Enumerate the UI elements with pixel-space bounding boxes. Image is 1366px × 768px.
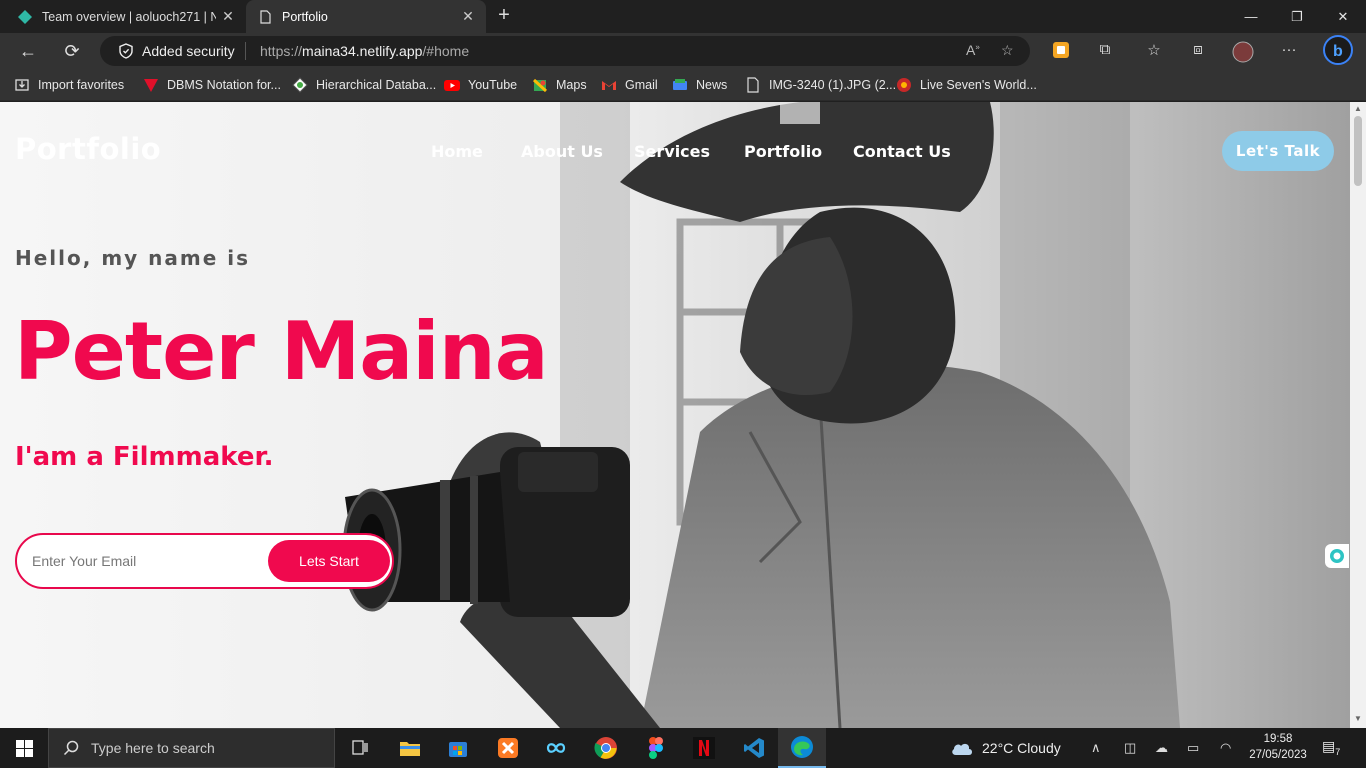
favorite-gmail[interactable]: Gmail <box>601 75 658 95</box>
extensions-puzzle-icon[interactable]: ⧉ <box>1094 41 1116 61</box>
vscode-icon[interactable] <box>730 728 778 768</box>
wifi-icon[interactable]: ◠ <box>1220 740 1231 756</box>
favorites-icon[interactable]: ☆ <box>1143 41 1165 61</box>
minimize-icon[interactable]: — <box>1228 0 1274 33</box>
greeting-text: Hello, my name is <box>15 246 251 270</box>
search-placeholder: Type here to search <box>91 740 215 756</box>
chat-widget-icon[interactable] <box>1325 544 1349 568</box>
refresh-icon[interactable]: ⟳ <box>58 38 86 64</box>
close-tab-icon[interactable]: ✕ <box>216 8 240 25</box>
email-signup-form: Lets Start <box>15 533 394 589</box>
start-button[interactable] <box>0 728 48 768</box>
bing-chat-icon[interactable]: b <box>1322 35 1354 67</box>
scroll-up-icon[interactable]: ▲ <box>1354 104 1362 113</box>
tab-title: Team overview | aoluoch271 | Ne <box>42 9 216 24</box>
favorite-import[interactable]: Import favorites <box>14 75 124 95</box>
task-view-icon[interactable] <box>336 728 384 768</box>
email-input[interactable] <box>32 550 262 572</box>
notifications-icon[interactable]: ▤7 <box>1322 738 1340 757</box>
netlify-diamond-icon <box>18 9 32 24</box>
favorite-youtube[interactable]: YouTube <box>444 75 517 95</box>
favorite-maps[interactable]: Maps <box>532 75 587 95</box>
divider <box>245 42 246 60</box>
import-icon <box>15 79 29 91</box>
page-icon <box>260 9 271 24</box>
gmail-icon <box>602 81 616 90</box>
profile-avatar[interactable] <box>1232 41 1254 63</box>
url-text: https://maina34.netlify.app/#home <box>260 43 470 59</box>
weather-widget[interactable]: 22°C Cloudy <box>950 728 1061 768</box>
back-arrow-icon[interactable]: ← <box>14 38 42 64</box>
close-tab-icon[interactable]: ✕ <box>456 8 480 25</box>
hero-photo-filmmaker <box>0 102 1350 728</box>
hero-role: I'am a Filmmaker. <box>15 442 274 472</box>
page-scrollbar[interactable]: ▲ ▼ <box>1350 102 1366 728</box>
more-menu-icon[interactable]: ··· <box>1278 41 1300 61</box>
cloud-icon <box>952 743 972 755</box>
show-hidden-icons-chevron[interactable]: ∧ <box>1091 740 1101 756</box>
xampp-icon[interactable] <box>484 728 532 768</box>
favorite-news[interactable]: News <box>672 75 727 95</box>
tab-portfolio[interactable]: Portfolio ✕ <box>246 0 486 33</box>
search-icon <box>63 740 79 756</box>
add-favorite-icon[interactable]: ☆ <box>1001 42 1014 59</box>
news-icon <box>673 79 687 90</box>
browser-title-bar: Team overview | aoluoch271 | Ne ✕ Portfo… <box>0 0 1366 33</box>
favorite-dbms[interactable]: DBMS Notation for... <box>143 75 281 95</box>
file-icon <box>747 77 759 93</box>
chrome-icon[interactable] <box>582 728 630 768</box>
ai-app-icon[interactable] <box>532 728 580 768</box>
favorites-bar: Import favorites DBMS Notation for... Hi… <box>0 69 1366 101</box>
system-clock[interactable]: 19:58 27/05/2023 <box>1246 731 1310 763</box>
windows-taskbar: Type here to search 22°C Cloudy ∧ ◫ ☁ ▭ … <box>0 728 1366 768</box>
meet-now-icon[interactable]: ◫ <box>1124 740 1136 756</box>
scrollbar-thumb[interactable] <box>1354 116 1362 186</box>
windows-logo-icon <box>15 739 33 757</box>
figma-icon[interactable] <box>632 728 680 768</box>
restore-icon[interactable]: ❐ <box>1274 0 1320 33</box>
hero-name: Peter Maina <box>14 305 549 398</box>
address-toolbar: ← ⟳ Added security https://maina34.netli… <box>0 33 1366 69</box>
nav-home[interactable]: Home <box>431 142 483 161</box>
tab-title: Portfolio <box>282 9 328 24</box>
edge-icon[interactable] <box>778 728 826 768</box>
nav-portfolio[interactable]: Portfolio <box>744 142 822 161</box>
battery-icon[interactable]: ▭ <box>1187 740 1199 756</box>
db-icon <box>292 77 308 93</box>
favorite-live-seven[interactable]: Live Seven's World... <box>896 75 1037 95</box>
microsoft-store-icon[interactable] <box>434 728 482 768</box>
nav-services[interactable]: Services <box>634 142 710 161</box>
collections-icon[interactable]: ⧈ <box>1187 41 1209 61</box>
shield-icon <box>119 43 133 59</box>
svg-text:b: b <box>1333 43 1343 60</box>
file-explorer-icon[interactable] <box>386 728 434 768</box>
new-tab-button[interactable]: + <box>494 4 514 28</box>
lets-talk-button[interactable]: Let's Talk <box>1222 131 1334 171</box>
onedrive-icon[interactable]: ☁ <box>1155 740 1168 756</box>
close-window-icon[interactable]: ✕ <box>1320 0 1366 33</box>
netflix-icon[interactable] <box>680 728 728 768</box>
triangle-icon <box>144 79 158 92</box>
security-label: Added security <box>142 43 235 59</box>
nav-about-us[interactable]: About Us <box>521 142 603 161</box>
tab-team-overview[interactable]: Team overview | aoluoch271 | Ne ✕ <box>0 0 246 33</box>
page-viewport: Portfolio Home About Us Services Portfol… <box>0 102 1350 728</box>
lets-start-button[interactable]: Lets Start <box>268 540 390 582</box>
nav-contact-us[interactable]: Contact Us <box>853 142 951 161</box>
extension-icon[interactable] <box>1050 41 1072 61</box>
read-aloud-icon[interactable]: A» <box>966 42 980 58</box>
taskbar-search-box[interactable]: Type here to search <box>48 728 335 768</box>
address-bar[interactable]: Added security https://maina34.netlify.a… <box>100 36 1030 66</box>
globe-icon <box>897 78 911 92</box>
maps-icon <box>532 78 548 93</box>
youtube-icon <box>444 80 460 91</box>
scroll-down-icon[interactable]: ▼ <box>1354 714 1362 723</box>
favorite-img-file[interactable]: IMG-3240 (1).JPG (2... <box>745 75 896 95</box>
site-logo[interactable]: Portfolio <box>15 132 161 166</box>
favorite-hierarchical[interactable]: Hierarchical Databa... <box>292 75 436 95</box>
